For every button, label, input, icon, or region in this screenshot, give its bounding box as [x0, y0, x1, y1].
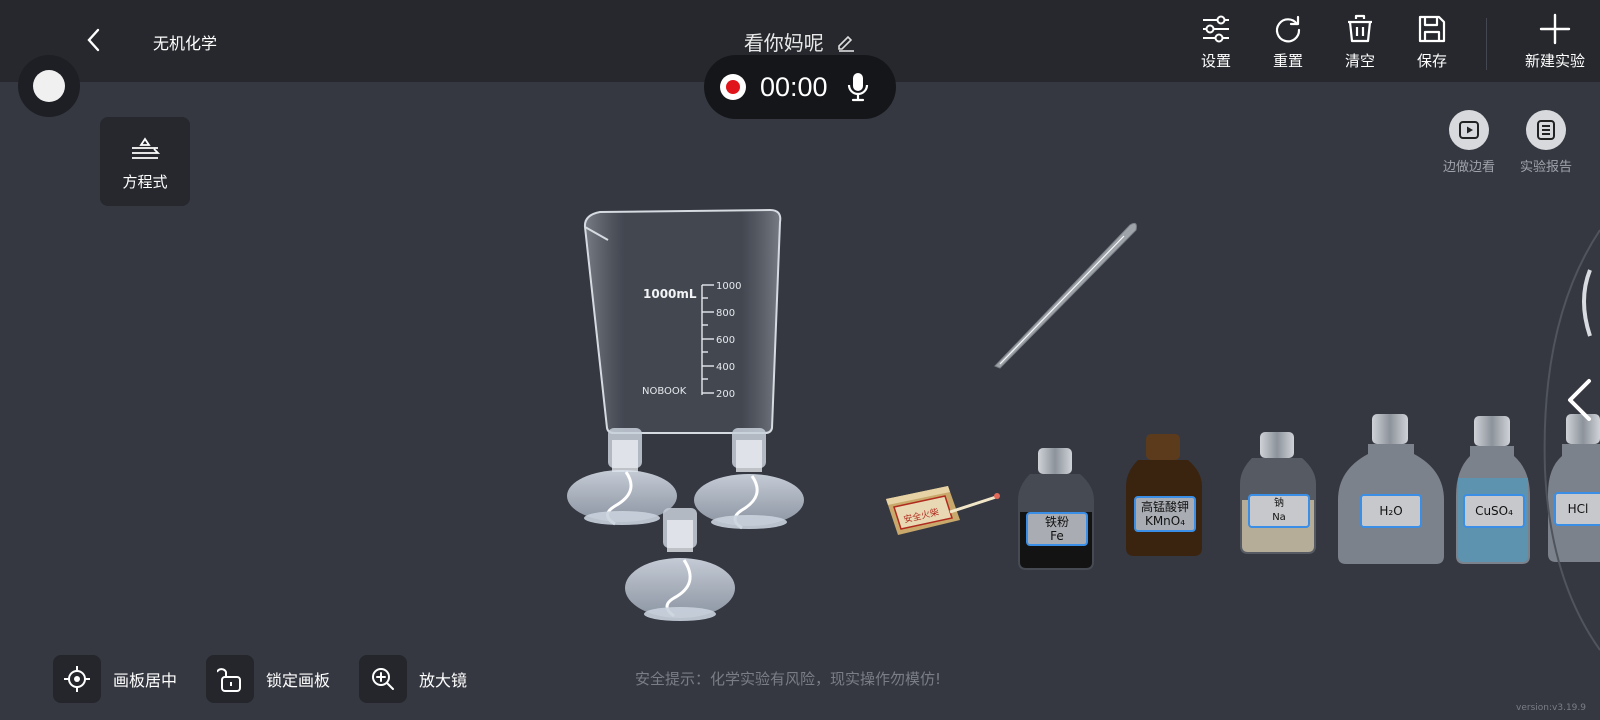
reagent-bottle-iron-powder[interactable] — [1018, 448, 1094, 570]
beaker-scale-label: 400 — [716, 362, 735, 373]
matchbox[interactable]: 安全火柴 — [886, 486, 1000, 535]
chevron-left-icon — [1568, 379, 1591, 421]
beaker-scale-label: 1000 — [716, 281, 741, 292]
beaker[interactable]: 1000 800 600 400 200 1000mL NOBOOK — [583, 208, 782, 434]
beaker-capacity-label: 1000mL — [643, 287, 697, 301]
reagent-bottle-hydrochloric-acid[interactable] — [1548, 414, 1600, 562]
alcohol-lamp-left[interactable] — [567, 428, 677, 526]
reagent-bottle-sodium[interactable] — [1240, 432, 1316, 554]
tweezers[interactable] — [994, 222, 1137, 369]
reagent-bottle-potassium-permanganate[interactable] — [1126, 434, 1202, 556]
zoom-in-icon — [372, 668, 394, 690]
beaker-scale-label: 600 — [716, 335, 735, 346]
magnifier-button[interactable]: 放大镜 — [359, 655, 467, 703]
unlock-icon — [217, 668, 241, 692]
expand-drawer-button[interactable] — [1558, 372, 1600, 428]
version-label: version:v3.19.9 — [1516, 703, 1586, 713]
beaker-brand-label: NOBOOK — [642, 386, 687, 397]
crosshair-icon — [64, 666, 90, 692]
center-canvas-label: 画板居中 — [113, 671, 178, 690]
center-canvas-button[interactable]: 画板居中 — [53, 655, 177, 703]
reagent-bottle-water[interactable] — [1338, 414, 1444, 564]
alcohol-lamp-right[interactable] — [694, 428, 804, 530]
beaker-scale-label: 200 — [716, 389, 735, 400]
experiment-canvas: 1000 800 600 400 200 1000mL NOBOOK 安全火柴 — [567, 208, 1600, 651]
beaker-scale-label: 800 — [716, 308, 735, 319]
lock-canvas-button[interactable]: 锁定画板 — [206, 655, 330, 703]
reagent-bottle-copper-sulfate[interactable] — [1456, 416, 1530, 564]
lock-canvas-label: 锁定画板 — [266, 671, 331, 690]
magnifier-label: 放大镜 — [419, 671, 468, 690]
safety-tip: 安全提示：化学实验有风险，现实操作勿模仿! — [635, 670, 942, 688]
iron-powder-contents — [1020, 512, 1092, 568]
